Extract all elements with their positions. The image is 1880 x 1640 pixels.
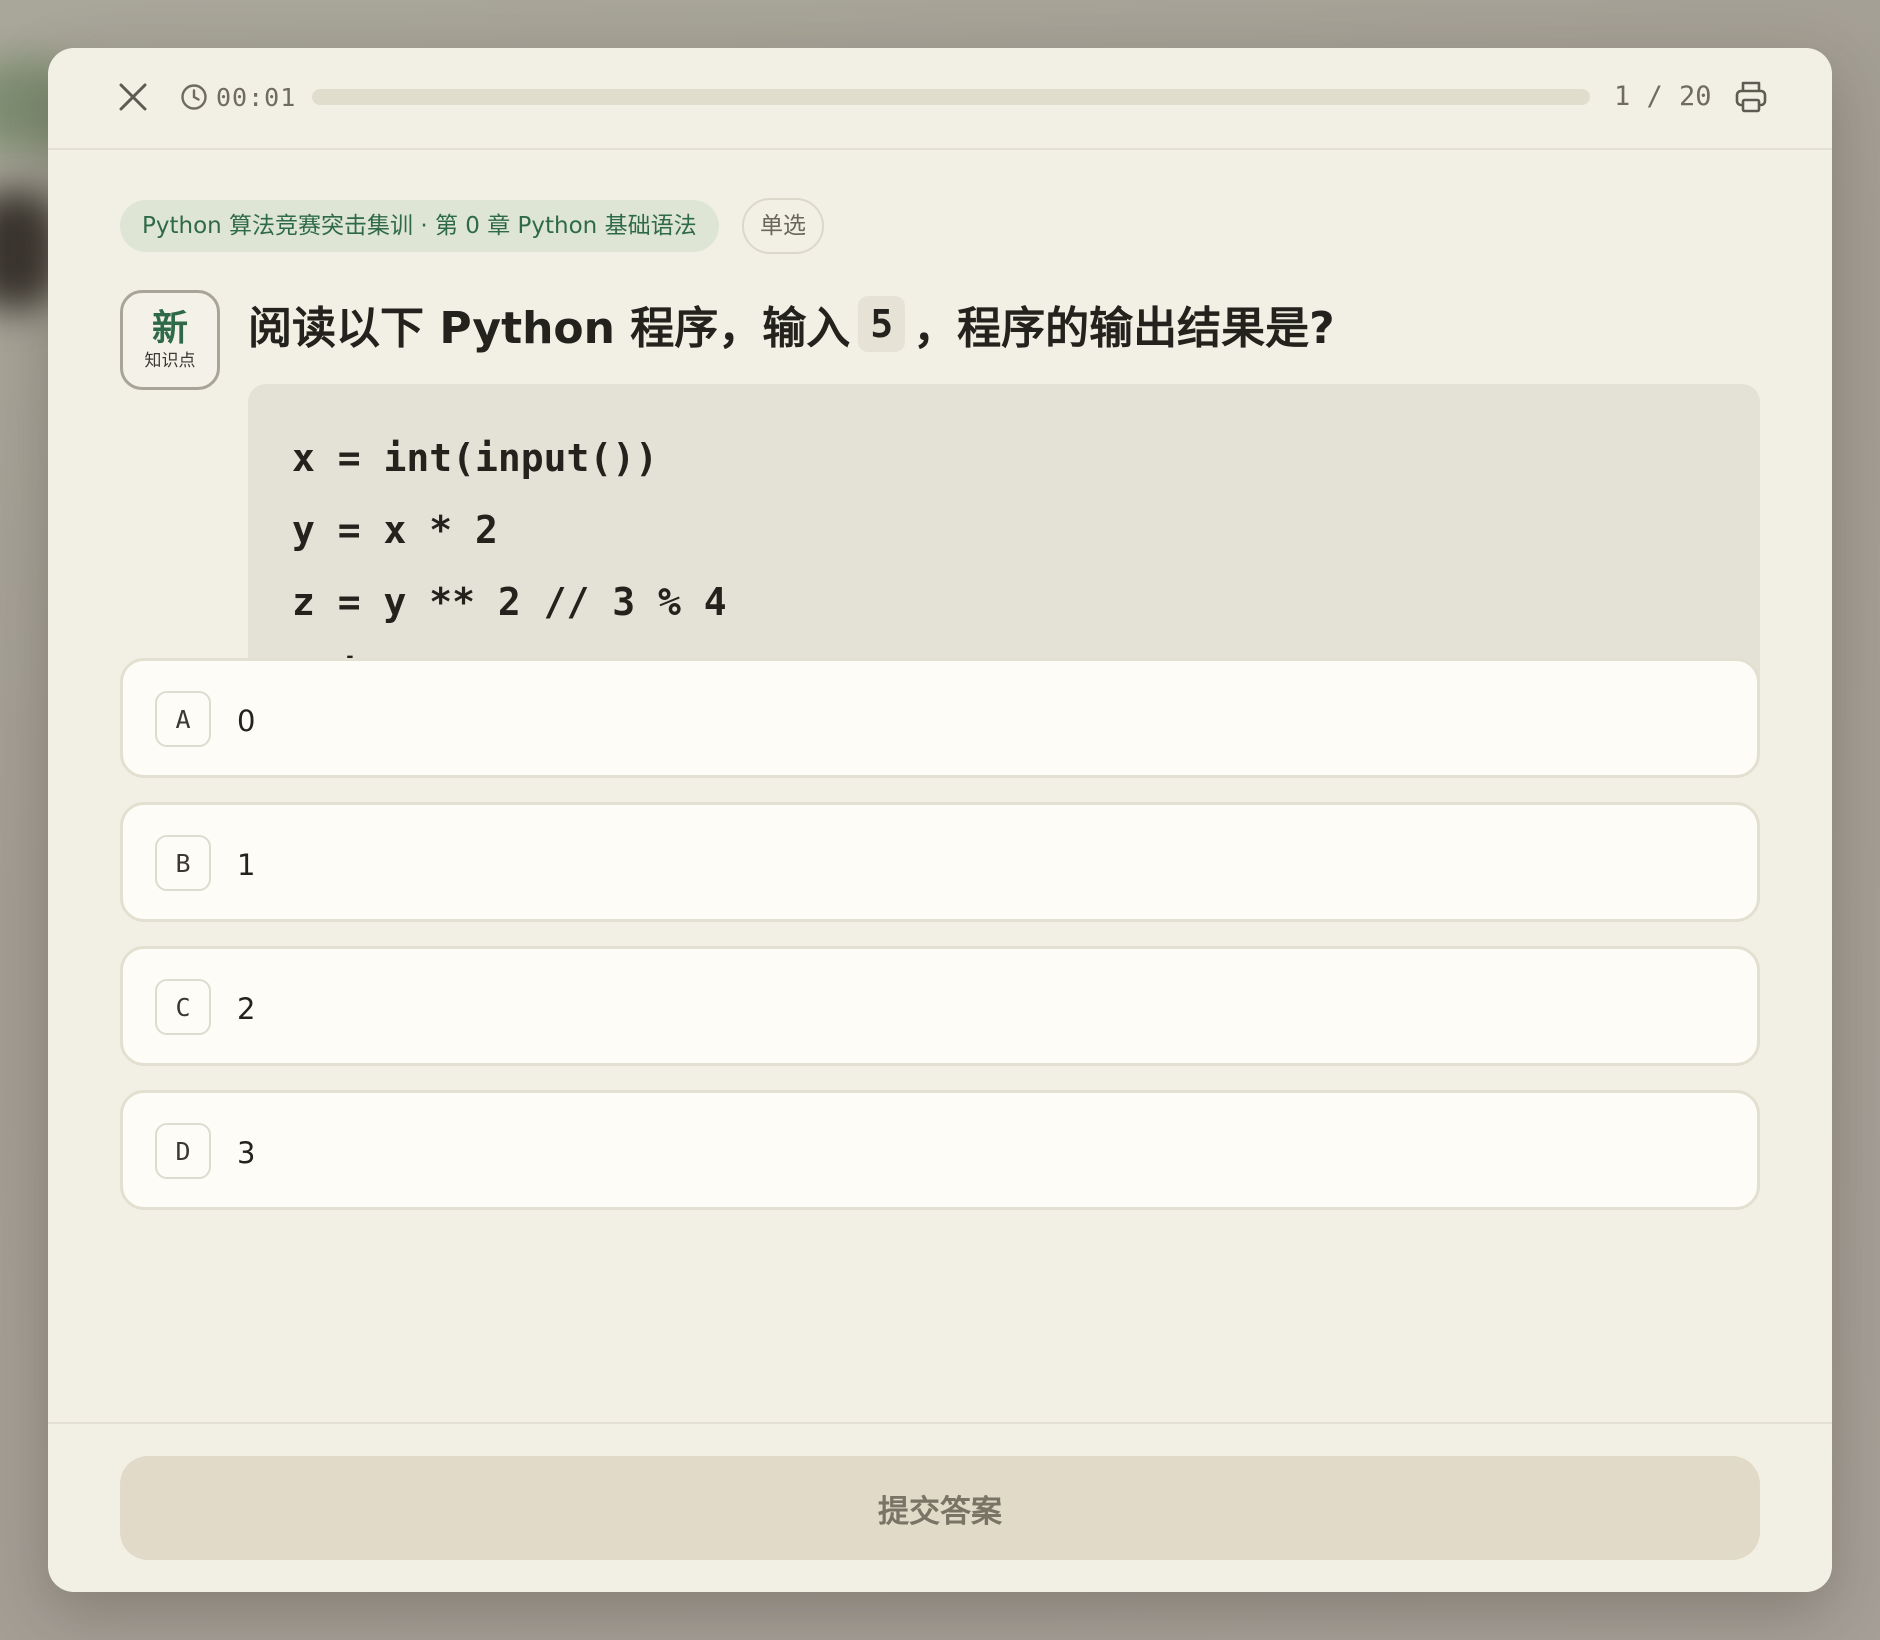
option-text: 1 — [237, 848, 256, 882]
option-text: 2 — [237, 992, 256, 1026]
progress-bar — [312, 89, 1590, 105]
question-type-tag: 单选 — [742, 198, 824, 254]
option-letter: A — [155, 691, 211, 747]
option-letter: D — [155, 1123, 211, 1179]
clock-icon — [181, 84, 207, 110]
printer-icon — [1735, 81, 1767, 113]
option-text: 0 — [237, 704, 256, 738]
quiz-footer: 提交答案 — [48, 1422, 1832, 1592]
close-button[interactable] — [114, 78, 152, 116]
timer-text: 00:01 — [216, 82, 297, 112]
close-icon — [119, 83, 147, 111]
question-text: 阅读以下 Python 程序，输入 5 ，程序的输出结果是? — [248, 292, 1335, 356]
option-text: 3 — [237, 1136, 256, 1170]
code-line: x = int(input()) — [292, 436, 659, 480]
option-letter: B — [155, 835, 211, 891]
quiz-modal: 00:01 1 / 20 Python 算法竞赛突击集训 · 第 0 章 Pyt… — [48, 48, 1832, 1592]
question-before: 阅读以下 Python 程序，输入 — [248, 303, 851, 354]
option-letter: C — [155, 979, 211, 1035]
badge-sub-text: 知识点 — [144, 351, 196, 371]
quiz-topbar: 00:01 1 / 20 — [48, 48, 1832, 150]
new-knowledge-badge: 新 知识点 — [120, 290, 220, 390]
question-after: ，程序的输出结果是? — [913, 303, 1335, 354]
print-button[interactable] — [1732, 78, 1770, 116]
option-b[interactable]: B 1 — [120, 802, 1760, 922]
option-a[interactable]: A 0 — [120, 658, 1760, 778]
code-line: y = x * 2 — [292, 508, 498, 552]
submit-answer-button[interactable]: 提交答案 — [120, 1456, 1760, 1560]
option-d[interactable]: D 3 — [120, 1090, 1760, 1210]
badge-main-text: 新 — [151, 308, 188, 349]
course-chapter-tag: Python 算法竞赛突击集训 · 第 0 章 Python 基础语法 — [120, 200, 719, 252]
timer: 00:01 — [180, 82, 296, 112]
code-line: z = y ** 2 // 3 % 4 — [292, 580, 727, 624]
question-counter: 1 / 20 — [1614, 81, 1712, 112]
option-c[interactable]: C 2 — [120, 946, 1760, 1066]
input-value-code: 5 — [858, 296, 906, 352]
